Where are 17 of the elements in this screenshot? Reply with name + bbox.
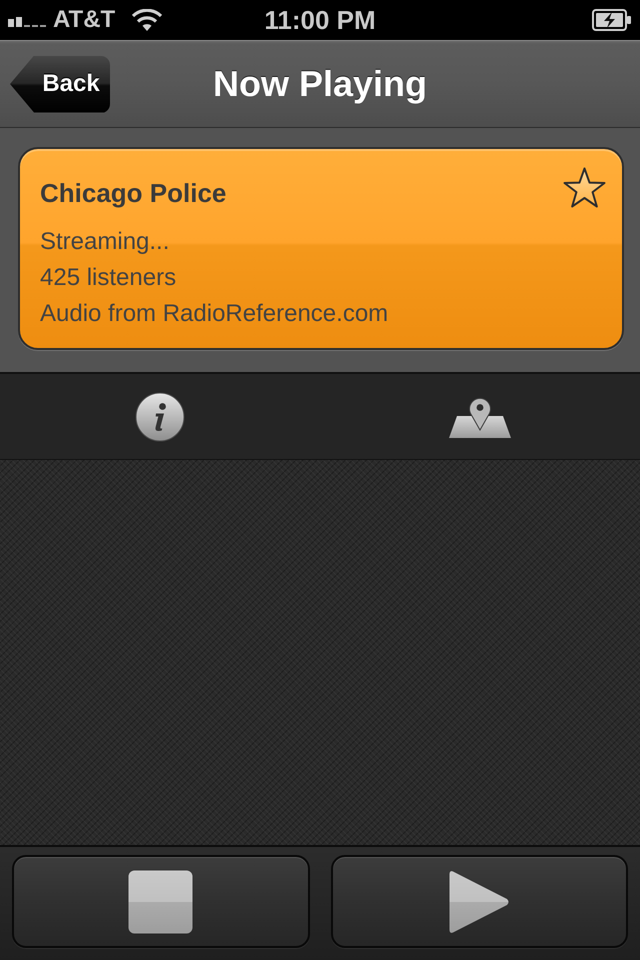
carrier-name: AT&T xyxy=(53,6,116,34)
map-pin-icon[interactable] xyxy=(449,396,511,438)
play-button[interactable] xyxy=(330,855,628,948)
stop-button[interactable] xyxy=(12,855,310,948)
audio-source: Audio from RadioReference.com xyxy=(40,299,388,329)
stream-status: Streaming... xyxy=(40,227,170,257)
play-icon xyxy=(448,870,510,934)
screen-title: Now Playing xyxy=(212,63,428,105)
wifi-icon xyxy=(131,9,164,31)
listener-count: 425 listeners xyxy=(40,263,176,293)
charging-battery-icon xyxy=(592,9,632,31)
back-button[interactable]: Back xyxy=(10,56,110,112)
info-icon[interactable] xyxy=(135,392,185,442)
station-name: Chicago Police xyxy=(40,177,226,209)
favorite-star-icon[interactable] xyxy=(562,166,607,210)
stop-icon xyxy=(128,870,194,934)
status-time: 11:00 PM xyxy=(264,5,376,35)
